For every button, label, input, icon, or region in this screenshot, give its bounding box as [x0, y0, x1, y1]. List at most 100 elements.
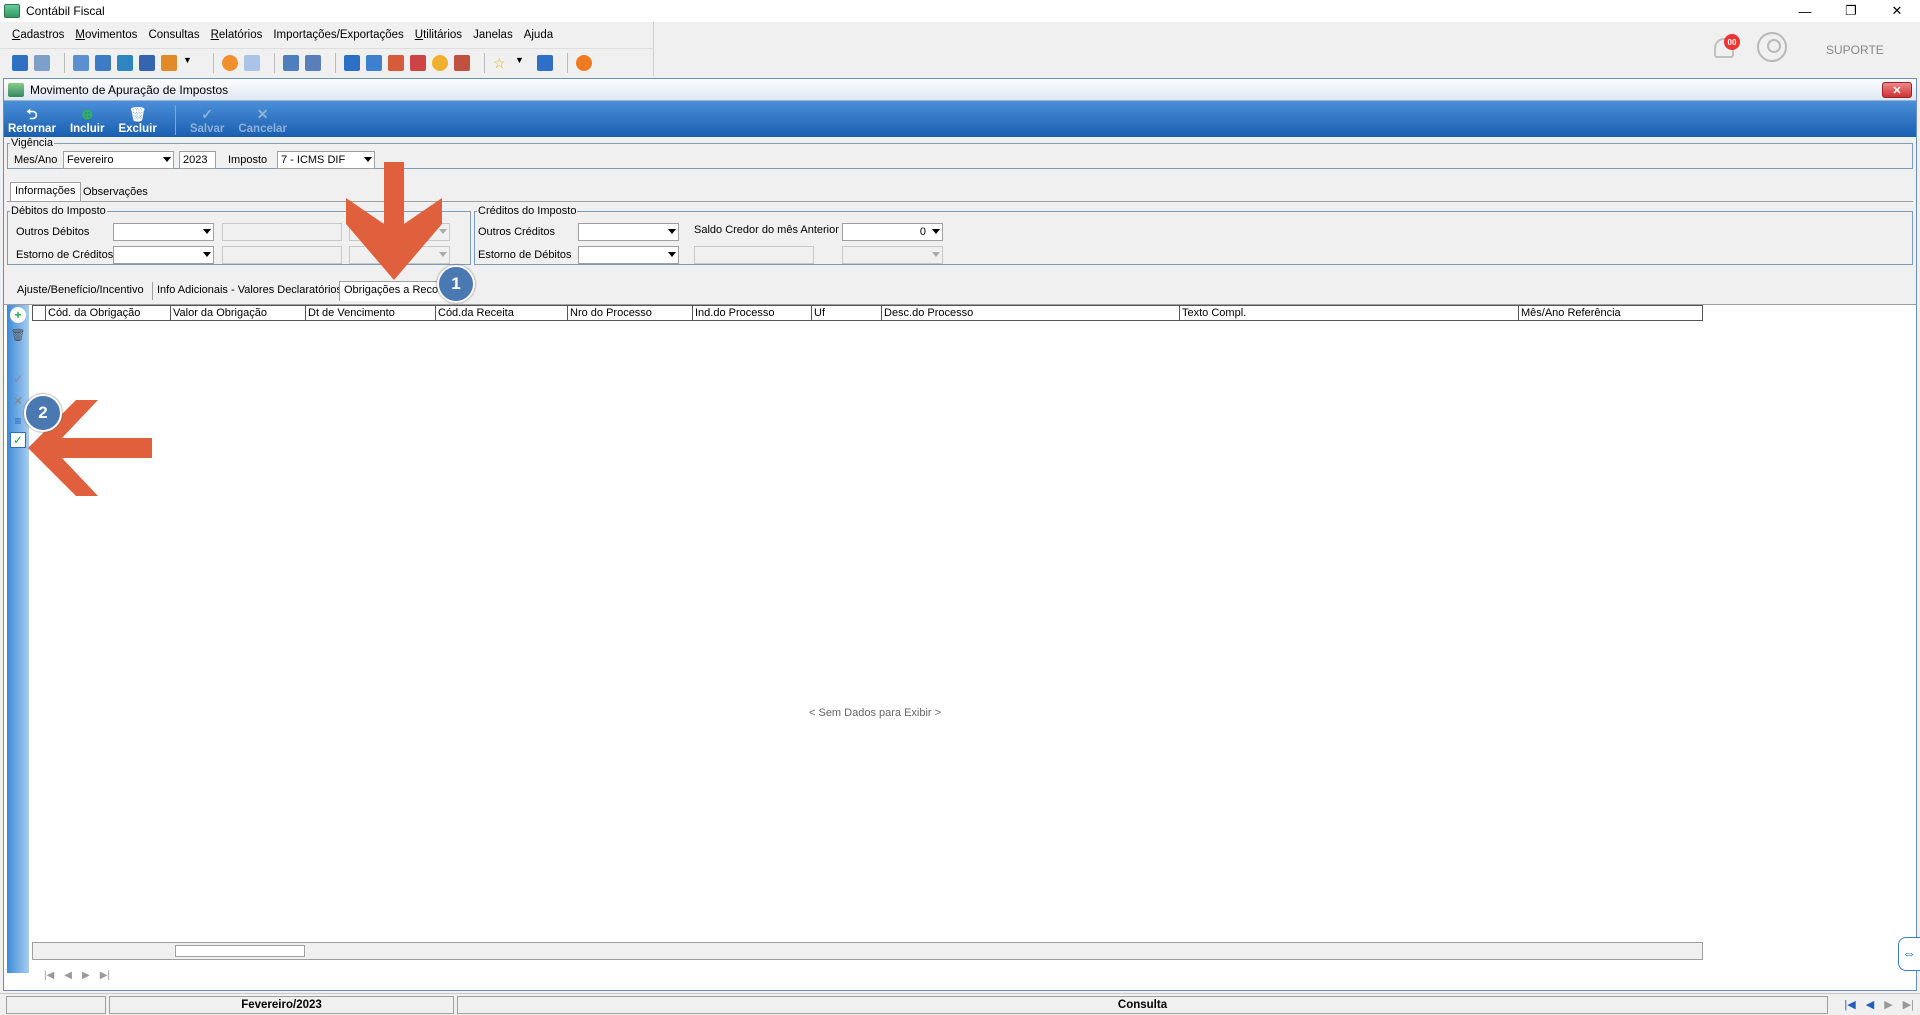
col-texto-compl[interactable]: Texto Compl. [1180, 306, 1519, 320]
cancel-icon[interactable]: ✕ [10, 393, 26, 409]
next-record-icon[interactable]: ▶ [82, 970, 90, 981]
prev-page-icon[interactable]: ◀ [1866, 998, 1874, 1011]
first-record-icon[interactable]: |◀ [44, 970, 54, 981]
menu-consultas[interactable]: Consultas [148, 29, 199, 41]
status-modo: Consulta [457, 996, 1828, 1014]
export-icon[interactable] [283, 54, 299, 71]
tab-observacoes[interactable]: Observações [79, 184, 152, 202]
info-icon[interactable] [537, 54, 553, 71]
return-icon: ⮌ [26, 106, 38, 122]
step-2-badge: 2 [24, 394, 62, 432]
user-avatar-icon[interactable] [1757, 32, 1787, 62]
ano-input[interactable]: 2023 [179, 151, 216, 169]
folder-icon[interactable] [12, 54, 28, 71]
settings-icon[interactable] [222, 54, 238, 71]
close-button[interactable]: ✕ [1874, 0, 1920, 22]
col-valor-obrigacao[interactable]: Valor da Obrigação [171, 306, 306, 320]
col-dt-vencimento[interactable]: Dt de Vencimento [306, 306, 436, 320]
star-icon[interactable]: ☆ [493, 55, 509, 71]
col-mes-ano-referencia[interactable]: Mês/Ano Referência [1519, 306, 1702, 320]
calendar-icon[interactable] [366, 54, 382, 71]
no-data-message: < Sem Dados para Exibir > [809, 707, 942, 719]
saldo-credor-select[interactable]: 0 [842, 223, 943, 241]
col-desc-processo[interactable]: Desc.do Processo [882, 306, 1180, 320]
incluir-button[interactable]: ⊕ Incluir [70, 107, 105, 137]
row-selector-header [33, 306, 46, 320]
estorno-debitos-extra [842, 246, 943, 264]
outros-creditos-select[interactable] [578, 223, 679, 241]
menu-utilitarios[interactable]: Utilitários [415, 29, 462, 41]
save-icon[interactable] [305, 54, 321, 71]
check-icon[interactable]: ✓ [10, 371, 26, 387]
mesano-label: Mes/Ano [14, 154, 58, 166]
form-close-button[interactable]: ✕ [1882, 82, 1912, 98]
mes-select[interactable]: Fevereiro [63, 151, 174, 169]
col-cod-receita[interactable]: Cód.da Receita [436, 306, 568, 320]
retornar-button[interactable]: ⮌ Retornar [8, 107, 56, 137]
document-icon[interactable] [410, 54, 426, 71]
chevron-down-icon [668, 229, 676, 234]
date-icon[interactable] [388, 54, 404, 71]
menu-importacoes[interactable]: Importações/Exportações [273, 29, 403, 41]
tab-info-adicionais[interactable]: Info Adicionais - Valores Declaratórios [152, 282, 346, 300]
col-cod-obrigacao[interactable]: Cód. da Obrigação [46, 306, 171, 320]
grid-navigator: |◀ ◀ ▶ ▶| [44, 970, 120, 981]
estorno-debitos-select[interactable] [578, 246, 679, 264]
menu-janelas[interactable]: Janelas [473, 29, 513, 41]
dropdown-icon[interactable]: ▼ [515, 55, 531, 71]
minimize-button[interactable]: — [1782, 0, 1828, 22]
status-navigator: |◀ ◀ ▶ ▶| [1834, 998, 1914, 1011]
excluir-button[interactable]: 🗑 Excluir [118, 107, 156, 137]
main-toolbar: ▼ ☆ ▼ [0, 48, 654, 76]
notification-bell[interactable]: 00 [1712, 34, 1740, 62]
search-icon[interactable] [454, 54, 470, 71]
tab-ajuste[interactable]: Ajuste/Benefício/Incentivo [13, 282, 148, 300]
estorno-creditos-select[interactable] [113, 246, 214, 264]
next-page-icon[interactable]: ▶ [1884, 998, 1892, 1011]
action-bar: ⮌ Retornar ⊕ Incluir 🗑 Excluir ✓ Salvar … [4, 101, 1916, 137]
last-page-icon[interactable]: ▶| [1903, 998, 1914, 1011]
menu-cadastros[interactable]: Cadastros [12, 29, 64, 41]
chevron-down-icon [203, 252, 211, 257]
vigencia-legend: Vigência [11, 137, 53, 149]
lock-icon[interactable] [432, 54, 448, 71]
step-1-badge: 1 [437, 265, 475, 303]
dropdown-icon[interactable]: ▼ [183, 55, 199, 71]
table-icon[interactable] [344, 54, 360, 71]
horizontal-scrollbar[interactable] [32, 942, 1703, 960]
col-ind-processo[interactable]: Ind.do Processo [693, 306, 812, 320]
grid-icon[interactable] [117, 54, 133, 71]
apps-icon[interactable] [244, 54, 260, 71]
power-icon[interactable] [576, 54, 592, 71]
menu-ajuda[interactable]: Ajuda [524, 29, 553, 41]
app-title: Contábil Fiscal [26, 4, 105, 18]
remote-support-icon[interactable] [1898, 937, 1920, 971]
outros-debitos-select[interactable] [113, 223, 214, 241]
restore-button[interactable]: ❐ [1828, 0, 1874, 22]
cancel-icon: ✕ [256, 106, 269, 122]
estorno-creditos-value [222, 246, 342, 264]
last-record-icon[interactable]: ▶| [100, 970, 110, 981]
calculator-icon[interactable] [139, 54, 155, 71]
list-icon[interactable] [73, 54, 89, 71]
col-uf[interactable]: Uf [812, 306, 882, 320]
prev-record-icon[interactable]: ◀ [64, 970, 72, 981]
add-row-icon[interactable]: + [10, 307, 26, 323]
tab-informacoes[interactable]: Informações [10, 182, 81, 202]
status-cell-empty [6, 996, 106, 1014]
menu-relatorios[interactable]: Relatórios [211, 29, 263, 41]
scrollbar-thumb[interactable] [175, 945, 305, 957]
salvar-button[interactable]: ✓ Salvar [190, 107, 225, 137]
report-icon[interactable] [161, 54, 177, 71]
confirm-document-icon[interactable]: ✓ [10, 432, 26, 448]
first-page-icon[interactable]: |◀ [1844, 998, 1855, 1011]
form-window: Movimento de Apuração de Impostos ✕ ⮌ Re… [3, 78, 1917, 991]
menu-movimentos[interactable]: Movimentos [75, 29, 137, 41]
status-periodo: Fevereiro/2023 [109, 996, 454, 1014]
app-titlebar: Contábil Fiscal — ❐ ✕ [0, 0, 1920, 22]
chart-icon[interactable] [95, 54, 111, 71]
trash-icon[interactable]: 🗑 [10, 327, 26, 343]
col-nro-processo[interactable]: Nro do Processo [568, 306, 693, 320]
cancelar-button[interactable]: ✕ Cancelar [238, 107, 287, 137]
users-icon[interactable] [34, 54, 50, 71]
